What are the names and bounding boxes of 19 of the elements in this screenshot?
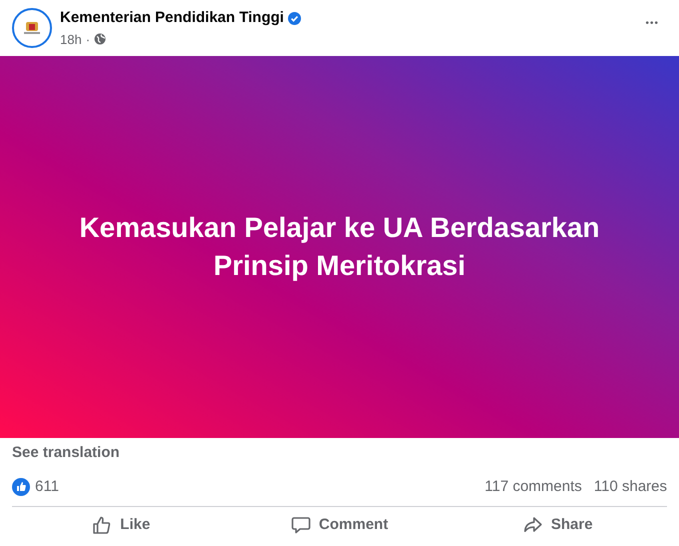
separator-dot: · [86,30,90,48]
like-button[interactable]: Like [12,509,230,541]
comment-count[interactable]: 117 comments [484,476,582,498]
see-translation-link[interactable]: See translation [12,444,120,461]
more-options-button[interactable]: ••• [637,16,667,31]
banner-headline: Kemasukan Pelajar ke UA Berdasarkan Prinsip Meritokrasi [78,211,601,283]
globe-icon [94,33,106,46]
post-time[interactable]: 18h [60,30,82,49]
crest-icon [23,21,41,35]
avatar[interactable] [12,8,52,48]
like-reaction-icon [12,478,30,496]
share-button[interactable]: Share [448,509,667,541]
share-arrow-icon [522,515,543,535]
comment-button[interactable]: Comment [230,509,449,541]
thumbs-up-icon [92,515,112,535]
share-count[interactable]: 110 shares [594,476,667,498]
author-name[interactable]: Kementerian Pendidikan Tinggi [60,7,284,30]
reaction-count[interactable]: 611 [35,476,59,498]
speech-bubble-icon [290,515,311,535]
